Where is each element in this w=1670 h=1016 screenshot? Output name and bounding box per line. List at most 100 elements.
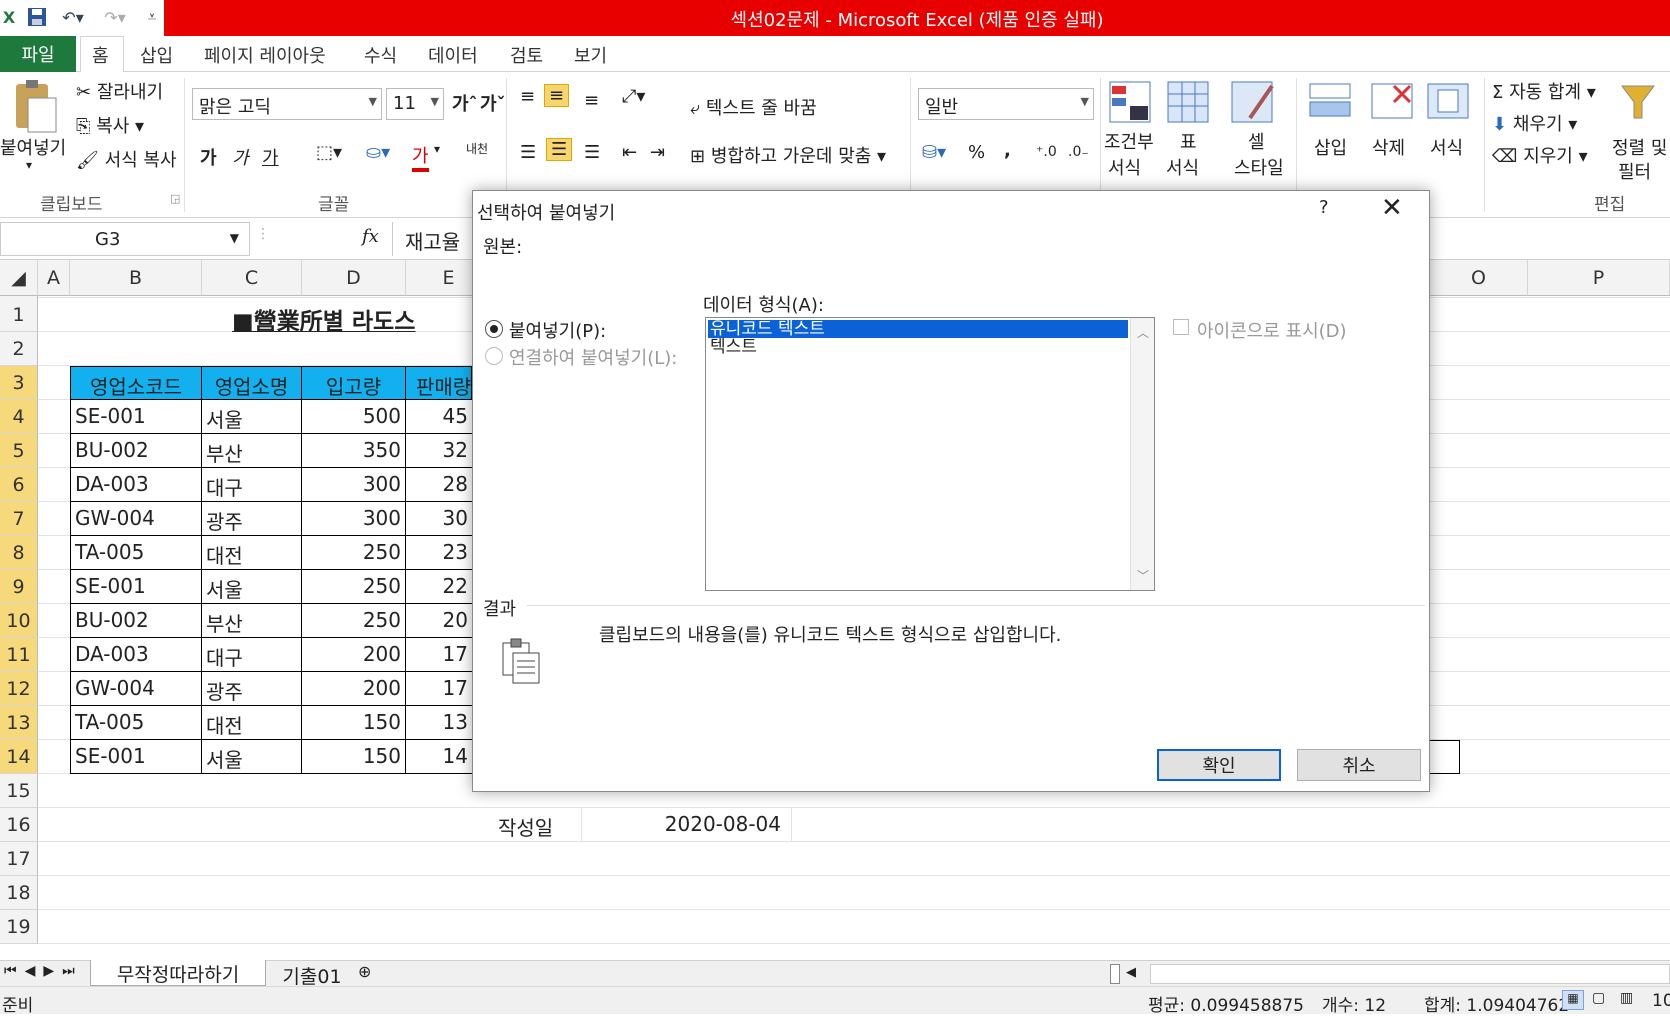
table-cell[interactable]: 광주 xyxy=(202,672,302,706)
scroll-left-icon[interactable]: ◀ xyxy=(1126,965,1136,980)
horizontal-scrollbar[interactable] xyxy=(1150,964,1670,984)
table-cell[interactable]: 150 xyxy=(302,740,406,774)
table-cell[interactable]: 250 xyxy=(302,604,406,638)
table-header-cell[interactable]: 판매량 xyxy=(406,366,472,400)
new-sheet-icon[interactable]: ⊕ xyxy=(358,962,371,981)
align-bottom-icon[interactable]: ≡ xyxy=(584,90,599,111)
shrink-font-button[interactable]: 가ˇ xyxy=(480,90,506,116)
row-header[interactable]: 14 xyxy=(0,740,38,774)
tab-formulas[interactable]: 수식 xyxy=(364,42,397,68)
number-format-select[interactable]: 일반 ▼ xyxy=(918,88,1094,120)
close-icon[interactable]: ✕ xyxy=(1381,193,1403,223)
format-cells-button[interactable]: 서식 xyxy=(1430,134,1463,160)
row-header[interactable]: 3 xyxy=(0,366,38,400)
row-header[interactable]: 15 xyxy=(0,774,38,808)
align-top-icon[interactable]: ≡ xyxy=(520,86,535,107)
align-right-icon[interactable]: ☰ xyxy=(584,142,600,163)
tab-page-layout[interactable]: 페이지 레이아웃 xyxy=(204,42,326,68)
sort-filter-label[interactable]: 정렬 및 xyxy=(1612,134,1667,160)
created-date[interactable]: 2020-08-04 xyxy=(582,808,792,842)
table-header-cell[interactable]: 입고량 xyxy=(302,366,406,400)
column-header[interactable]: B xyxy=(70,260,202,296)
row-header[interactable]: 11 xyxy=(0,638,38,672)
scroll-up-icon[interactable]: ︿ xyxy=(1137,324,1149,341)
sheet-tab[interactable]: 기출01 xyxy=(270,962,354,989)
table-cell[interactable]: TA-005 xyxy=(70,706,202,740)
row-header[interactable]: 19 xyxy=(0,910,38,944)
align-middle-icon[interactable]: ≡ xyxy=(544,84,570,107)
table-cell[interactable]: 300 xyxy=(302,502,406,536)
undo-icon[interactable]: ↶▾ xyxy=(56,4,90,30)
listbox-scrollbar[interactable]: ︿ ﹀ xyxy=(1130,318,1154,590)
table-header-cell[interactable]: 영업소코드 xyxy=(70,366,202,400)
grow-font-button[interactable]: 가ˆ xyxy=(452,90,478,116)
table-cell[interactable]: 대구 xyxy=(202,638,302,672)
comma-button[interactable]: , xyxy=(1004,140,1011,161)
row-header[interactable]: 5 xyxy=(0,434,38,468)
autosum-button[interactable]: Σ 자동 합계 ▾ xyxy=(1492,78,1596,104)
clipboard-launcher-icon[interactable]: ◲ xyxy=(170,192,180,205)
font-color-dropdown-icon[interactable]: ▾ xyxy=(434,142,440,156)
wrap-text-button[interactable]: ⤶ 텍스트 줄 바꿈 xyxy=(690,94,817,120)
table-cell[interactable]: 부산 xyxy=(202,604,302,638)
table-cell[interactable]: 23 xyxy=(406,536,472,570)
table-format-label-2[interactable]: 서식 xyxy=(1166,154,1199,180)
table-cell[interactable]: GW-004 xyxy=(70,502,202,536)
column-header[interactable]: O xyxy=(1430,260,1528,296)
column-header[interactable]: A xyxy=(38,260,70,296)
font-color-button[interactable]: 가 xyxy=(412,142,429,172)
normal-view-icon[interactable]: ▦ xyxy=(1562,990,1584,1010)
table-cell[interactable]: DA-003 xyxy=(70,468,202,502)
table-format-label[interactable]: 표 xyxy=(1180,128,1197,154)
row-header[interactable]: 18 xyxy=(0,876,38,910)
table-cell[interactable]: 350 xyxy=(302,434,406,468)
merge-center-button[interactable]: ⊞ 병합하고 가운데 맞춤 ▾ xyxy=(690,142,886,168)
paste-link-radio-label[interactable]: 연결하여 붙여넣기(L): xyxy=(509,344,677,370)
format-option[interactable]: 텍스트 xyxy=(710,338,757,356)
align-left-icon[interactable]: ☰ xyxy=(520,142,536,163)
customize-qat-icon[interactable]: ⩡ xyxy=(144,4,160,30)
ok-button[interactable]: 확인 xyxy=(1157,749,1281,781)
phonetic-button[interactable]: 내천 xyxy=(466,140,488,157)
paste-radio-label[interactable]: 붙여넣기(P): xyxy=(509,317,606,343)
zoom-level[interactable]: 10 xyxy=(1652,991,1670,1011)
increase-decimal-icon[interactable]: ⁺.0 xyxy=(1036,144,1057,160)
created-label[interactable]: 작성일 xyxy=(492,808,582,842)
table-cell[interactable]: 부산 xyxy=(202,434,302,468)
increase-indent-icon[interactable]: ⇥ xyxy=(650,142,665,163)
table-cell[interactable]: BU-002 xyxy=(70,604,202,638)
table-cell[interactable]: 250 xyxy=(302,536,406,570)
table-cell[interactable]: 300 xyxy=(302,468,406,502)
table-cell[interactable]: 17 xyxy=(406,638,472,672)
paste-dropdown-icon[interactable]: ▾ xyxy=(26,158,32,172)
delete-cells-icon[interactable] xyxy=(1368,80,1418,124)
accounting-format-icon[interactable]: ⛁▾ xyxy=(922,142,946,163)
help-button[interactable]: ? xyxy=(1319,197,1329,218)
table-format-icon[interactable] xyxy=(1166,80,1214,124)
tab-split-handle[interactable] xyxy=(1110,964,1120,984)
row-header[interactable]: 4 xyxy=(0,400,38,434)
column-header[interactable]: P xyxy=(1528,260,1670,296)
cell-style-icon[interactable] xyxy=(1230,80,1278,124)
table-cell[interactable]: BU-002 xyxy=(70,434,202,468)
paste-link-radio[interactable] xyxy=(485,347,503,365)
table-cell[interactable]: 500 xyxy=(302,400,406,434)
copy-button[interactable]: ⎘ 복사 ▾ xyxy=(76,112,144,138)
row-header[interactable]: 17 xyxy=(0,842,38,876)
table-cell[interactable]: 150 xyxy=(302,706,406,740)
table-header-cell[interactable]: 영업소명 xyxy=(202,366,302,400)
border-button[interactable]: ⬚▾ xyxy=(316,142,342,163)
table-cell[interactable]: 30 xyxy=(406,502,472,536)
font-name-select[interactable]: 맑은 고딕 ▼ xyxy=(192,88,382,120)
fill-button[interactable]: ⬇ 채우기 ▾ xyxy=(1492,110,1577,136)
tab-insert[interactable]: 삽입 xyxy=(140,42,173,68)
orientation-icon[interactable]: ⤢▾ xyxy=(622,86,645,107)
tab-home[interactable]: 홈 xyxy=(92,42,109,68)
row-header[interactable]: 6 xyxy=(0,468,38,502)
scroll-down-icon[interactable]: ﹀ xyxy=(1137,567,1149,584)
row-header[interactable]: 13 xyxy=(0,706,38,740)
cell-style-label-2[interactable]: 스타일 xyxy=(1234,154,1284,180)
table-cell[interactable]: 45 xyxy=(406,400,472,434)
font-size-select[interactable]: 11 ▼ xyxy=(386,88,444,120)
table-cell[interactable]: 13 xyxy=(406,706,472,740)
